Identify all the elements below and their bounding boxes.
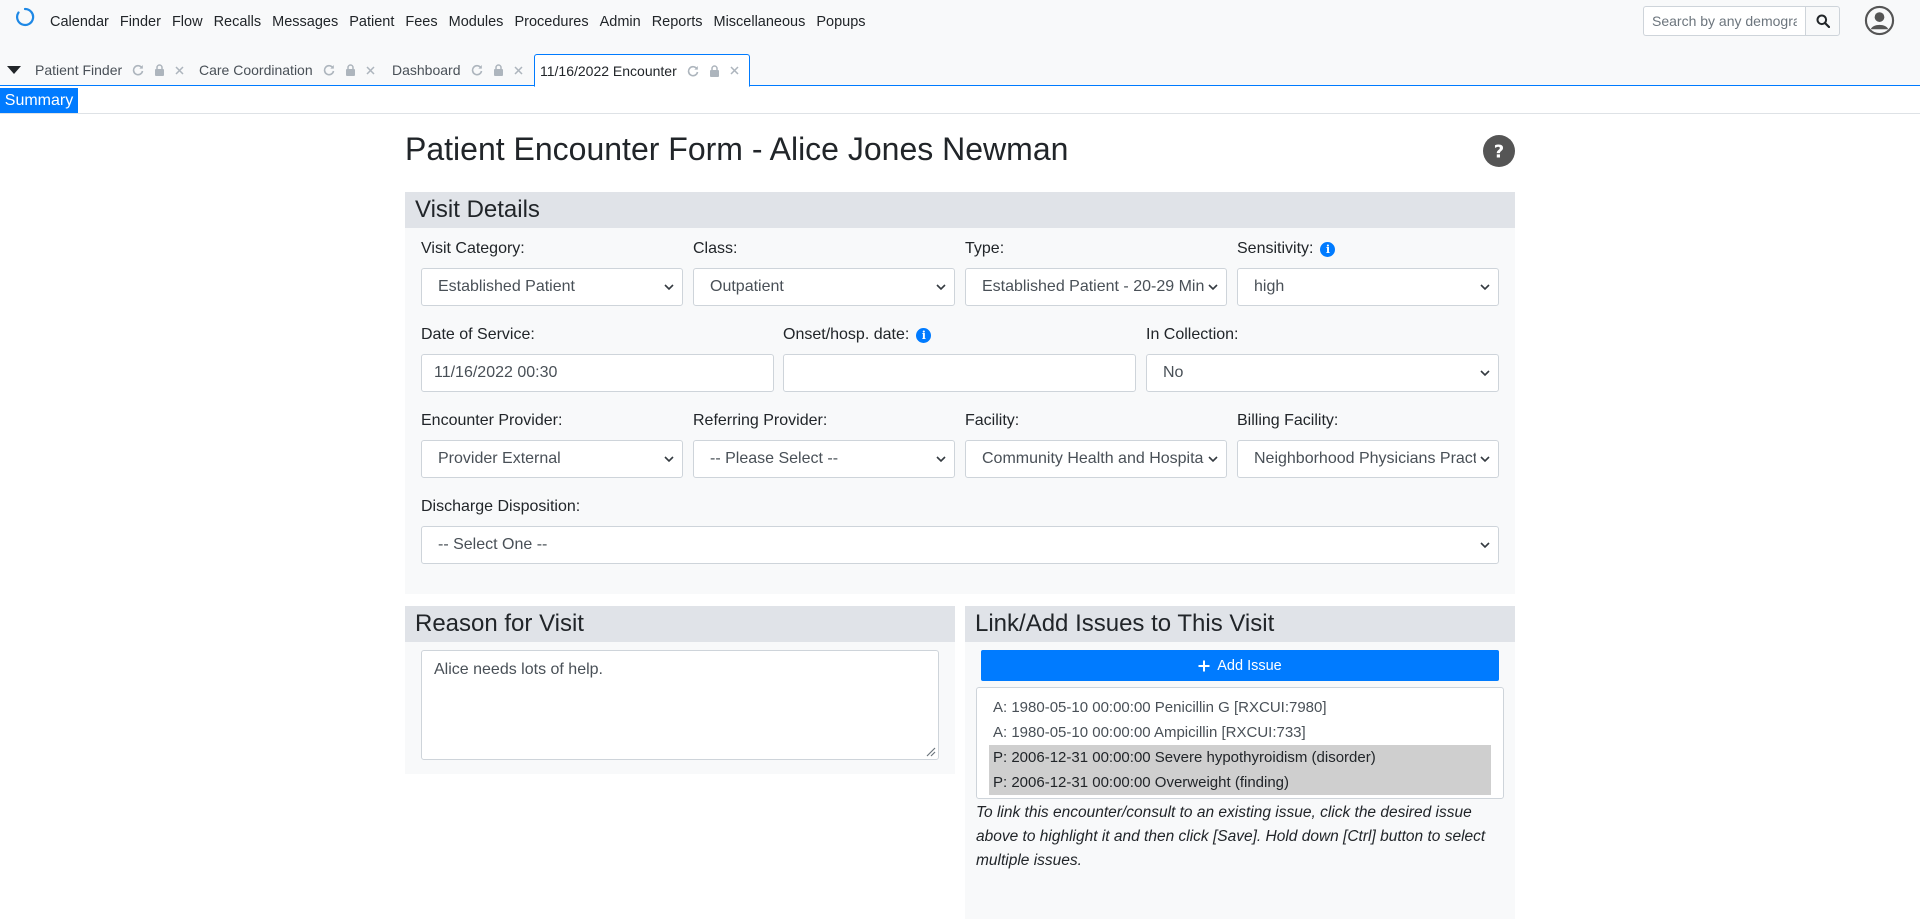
referring-provider-label: Referring Provider: bbox=[693, 412, 828, 429]
chevron-down-icon bbox=[936, 456, 946, 463]
date-of-service-label: Date of Service: bbox=[421, 326, 535, 343]
menu-calendar[interactable]: Calendar bbox=[50, 14, 109, 30]
facility-label: Facility: bbox=[965, 412, 1020, 429]
summary-button[interactable]: Summary bbox=[0, 88, 78, 113]
openemr-logo-icon[interactable] bbox=[15, 7, 35, 27]
date-of-service-input[interactable]: 11/16/2022 00:30 bbox=[421, 354, 774, 392]
reason-header: Reason for Visit bbox=[405, 606, 955, 642]
encounter-provider-label: Encounter Provider: bbox=[421, 412, 563, 429]
user-avatar-icon[interactable] bbox=[1864, 5, 1895, 36]
issues-header: Link/Add Issues to This Visit bbox=[965, 606, 1515, 642]
visit-details-card: Visit Details Visit Category: Establishe… bbox=[405, 192, 1515, 594]
onset-date-input[interactable] bbox=[783, 354, 1136, 392]
chevron-down-icon bbox=[1208, 284, 1218, 291]
refresh-icon[interactable] bbox=[323, 64, 335, 76]
issue-item[interactable]: P: 2006-12-31 00:00:00 Severe hypothyroi… bbox=[989, 745, 1491, 770]
search-icon bbox=[1816, 14, 1830, 28]
caret-down-icon[interactable] bbox=[7, 66, 21, 75]
visit-details-header: Visit Details bbox=[405, 192, 1515, 228]
chevron-down-icon bbox=[1480, 456, 1490, 463]
chevron-down-icon bbox=[936, 284, 946, 291]
billing-facility-select[interactable]: Neighborhood Physicians Practice bbox=[1237, 440, 1499, 478]
tab-label: 11/16/2022 Encounter bbox=[540, 62, 677, 79]
type-label: Type: bbox=[965, 240, 1005, 257]
patient-search bbox=[1643, 6, 1840, 36]
tab-patient-finder[interactable]: Patient Finder bbox=[35, 54, 194, 86]
menu-flow[interactable]: Flow bbox=[172, 14, 203, 30]
lock-icon[interactable] bbox=[709, 64, 720, 77]
menu-procedures[interactable]: Procedures bbox=[514, 14, 588, 30]
type-select[interactable]: Established Patient - 20-29 Minutes bbox=[965, 268, 1227, 306]
refresh-icon[interactable] bbox=[132, 64, 144, 76]
refresh-icon[interactable] bbox=[687, 65, 699, 77]
issue-list[interactable]: A: 1980-05-10 00:00:00 Penicillin G [RXC… bbox=[976, 687, 1504, 799]
summary-bar bbox=[0, 87, 1920, 114]
add-issue-button[interactable]: Add Issue bbox=[981, 650, 1499, 681]
facility-select[interactable]: Community Health and Hospital bbox=[965, 440, 1227, 478]
tab-encounter[interactable]: 11/16/2022 Encounter bbox=[534, 54, 750, 87]
svg-text:?: ? bbox=[1494, 142, 1504, 163]
close-icon[interactable] bbox=[513, 65, 523, 75]
menu-patient[interactable]: Patient bbox=[349, 14, 394, 30]
encounter-provider-select[interactable]: Provider External bbox=[421, 440, 683, 478]
class-select[interactable]: Outpatient bbox=[693, 268, 955, 306]
tab-dashboard[interactable]: Dashboard bbox=[392, 54, 533, 86]
plus-icon bbox=[1198, 660, 1210, 671]
menu-miscellaneous[interactable]: Miscellaneous bbox=[713, 14, 805, 30]
info-icon[interactable]: i bbox=[916, 327, 932, 343]
close-icon[interactable] bbox=[366, 65, 375, 75]
search-input[interactable] bbox=[1643, 6, 1805, 36]
tab-label: Dashboard bbox=[392, 62, 461, 78]
chevron-down-icon bbox=[1208, 456, 1218, 463]
resize-grip-icon[interactable] bbox=[924, 745, 936, 757]
menu-fees[interactable]: Fees bbox=[405, 14, 437, 30]
reason-textarea[interactable]: Alice needs lots of help. bbox=[421, 650, 939, 760]
top-navbar: Calendar Finder Flow Recalls Messages Pa… bbox=[0, 0, 1920, 43]
chevron-down-icon bbox=[1480, 542, 1490, 549]
refresh-icon[interactable] bbox=[471, 64, 483, 76]
menu-reports[interactable]: Reports bbox=[652, 14, 703, 30]
issue-item[interactable]: A: 1980-05-10 00:00:00 Ampicillin [RXCUI… bbox=[989, 720, 1491, 745]
visit-category-label: Visit Category: bbox=[421, 240, 525, 257]
chevron-down-icon bbox=[664, 284, 674, 291]
lock-icon[interactable] bbox=[154, 64, 165, 76]
referring-provider-select[interactable]: -- Please Select -- bbox=[693, 440, 955, 478]
info-icon[interactable]: i bbox=[1320, 241, 1336, 257]
lock-icon[interactable] bbox=[345, 64, 356, 76]
tab-care-coordination[interactable]: Care Coordination bbox=[199, 54, 385, 86]
page-title: Patient Encounter Form - Alice Jones New… bbox=[405, 131, 1069, 167]
issues-card: Link/Add Issues to This Visit Add Issue … bbox=[965, 606, 1515, 919]
sensitivity-select[interactable]: high bbox=[1237, 268, 1499, 306]
chevron-down-icon bbox=[664, 456, 674, 463]
reason-card: Reason for Visit Alice needs lots of hel… bbox=[405, 606, 955, 774]
chevron-down-icon bbox=[1480, 370, 1490, 377]
main-menu: Calendar Finder Flow Recalls Messages Pa… bbox=[50, 0, 877, 43]
menu-messages[interactable]: Messages bbox=[272, 14, 338, 30]
close-icon[interactable] bbox=[730, 66, 739, 75]
discharge-disposition-label: Discharge Disposition: bbox=[421, 498, 581, 515]
tab-label: Patient Finder bbox=[35, 62, 123, 78]
sensitivity-label: Sensitivity: i bbox=[1237, 240, 1336, 258]
menu-finder[interactable]: Finder bbox=[120, 14, 161, 30]
issue-help-text: To link this encounter/consult to an exi… bbox=[976, 804, 1486, 869]
in-collection-label: In Collection: bbox=[1146, 326, 1239, 343]
close-icon[interactable] bbox=[175, 65, 184, 75]
visit-category-select[interactable]: Established Patient bbox=[421, 268, 683, 306]
help-icon[interactable]: ? bbox=[1483, 135, 1515, 167]
discharge-disposition-select[interactable]: -- Select One -- bbox=[421, 526, 1499, 564]
class-label: Class: bbox=[693, 240, 738, 257]
issue-item[interactable]: P: 2006-12-31 00:00:00 Overweight (findi… bbox=[989, 770, 1491, 795]
search-button[interactable] bbox=[1805, 6, 1840, 36]
chevron-down-icon bbox=[1480, 284, 1490, 291]
menu-popups[interactable]: Popups bbox=[816, 14, 865, 30]
tab-label: Care Coordination bbox=[199, 62, 313, 78]
menu-modules[interactable]: Modules bbox=[449, 14, 504, 30]
onset-date-label: Onset/hosp. date: i bbox=[783, 326, 932, 344]
menu-recalls[interactable]: Recalls bbox=[214, 14, 262, 30]
lock-icon[interactable] bbox=[493, 64, 504, 76]
issue-item[interactable]: A: 1980-05-10 00:00:00 Penicillin G [RXC… bbox=[989, 695, 1491, 720]
in-collection-select[interactable]: No bbox=[1146, 354, 1499, 392]
menu-admin[interactable]: Admin bbox=[600, 14, 641, 30]
billing-facility-label: Billing Facility: bbox=[1237, 412, 1339, 429]
